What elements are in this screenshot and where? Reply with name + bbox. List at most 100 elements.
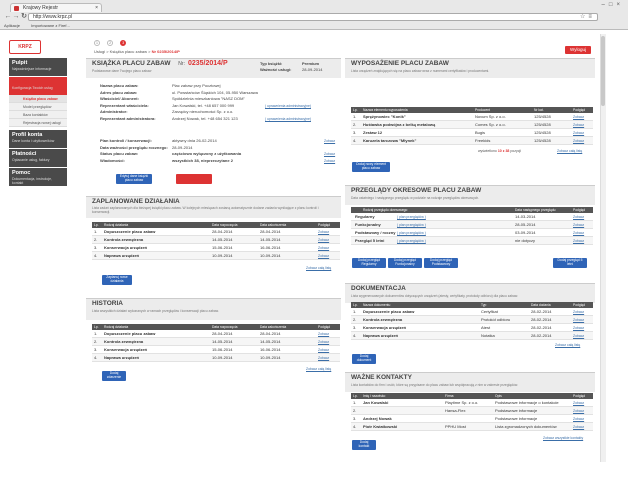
step-3[interactable]: 3: [120, 40, 127, 46]
print-book-button[interactable]: Drukuj książkę placu zabaw: [176, 174, 212, 184]
browser-menu[interactable]: ☆≡: [580, 13, 595, 20]
logo[interactable]: KRPZ: [9, 40, 41, 54]
sidebar-item-profile[interactable]: Profil konta Dane konta i użytkowników: [9, 130, 67, 148]
sidebar-sub-inspection-model[interactable]: Model przeglądów: [9, 103, 67, 111]
field-link[interactable]: ( uprawnienia administracyjne): [265, 116, 311, 123]
plan-link[interactable]: ( plan przeglądów ): [397, 237, 426, 245]
table-cell: Podstawowe informacje: [495, 416, 538, 421]
table-cell: 3.: [353, 416, 357, 421]
close-tab-icon[interactable]: ×: [95, 4, 98, 12]
scrollbar-thumb[interactable]: [601, 36, 605, 106]
back-icon[interactable]: ←: [4, 13, 12, 21]
breadcrumb-path[interactable]: Usługi > Książka placu zabaw >: [94, 49, 152, 54]
table-cell: Kontrola zewnętrzna: [363, 317, 403, 322]
view-link[interactable]: Zobacz: [573, 121, 584, 129]
table-cell: Novum Sp. z o.o.: [475, 114, 506, 119]
table-row: 3. Konserwacja urządzeń Atest 28-02-2014 Zob…: [351, 324, 593, 332]
sidebar-item-help[interactable]: Pomoc Dokumentacja, instrukcje, kontakt: [9, 168, 67, 186]
add-5year-inspection-button[interactable]: Dodaj przegląd 5 letni: [553, 258, 587, 268]
view-link[interactable]: Zobacz: [573, 229, 584, 237]
table-cell: 1.: [353, 114, 357, 119]
view-link[interactable]: Zobacz: [573, 407, 584, 415]
add-event-button[interactable]: Dodaj zdarzenie: [102, 371, 126, 381]
table-cell: 28-05-2014: [515, 222, 536, 227]
add-functional-inspection-button[interactable]: Dodaj przegląd Funkcjonalny: [388, 258, 422, 268]
view-link[interactable]: Zobacz: [318, 236, 329, 244]
table-row: Funkcjonalny ( plan przeglądów ) 28-05-201…: [351, 221, 593, 229]
add-contact-button[interactable]: Dodaj kontakt: [352, 440, 376, 450]
docs-table: Lp. Nazwa dokumentu Typ Data dodania Podgląd…: [351, 302, 593, 340]
window-controls[interactable]: –□×: [602, 2, 624, 8]
view-link[interactable]: Zobacz: [573, 399, 584, 407]
table-cell: 4.: [94, 253, 98, 258]
view-link[interactable]: Zobacz: [318, 354, 329, 362]
bookmark-apps[interactable]: Aplikacje: [4, 23, 20, 28]
sidebar-sub-contacts[interactable]: Baza kontaktów: [9, 111, 67, 119]
table-cell: 10-09-2014: [212, 253, 233, 258]
browser-tab[interactable]: Krajowy Rejestr ×: [10, 3, 102, 12]
view-link[interactable]: Zobacz: [573, 415, 584, 423]
sidebar-sub: Konfiguracja Twoich usług: [12, 86, 53, 90]
table-cell: Przegląd 5 letni: [355, 238, 385, 243]
count-suffix: pozycji: [510, 149, 522, 153]
table-row: 1. Sprężynowiec "Konik" Novum Sp. z o.o. 12…: [351, 113, 593, 121]
count-value: 10 z 38: [497, 149, 510, 153]
view-link[interactable]: Zobacz: [573, 237, 584, 245]
view-link[interactable]: Zobacz: [573, 332, 584, 340]
view-link[interactable]: Zobacz: [318, 346, 329, 354]
address-bar[interactable]: http://www.krpz.pl: [28, 13, 598, 21]
forward-icon[interactable]: →: [12, 13, 20, 21]
plan-link[interactable]: ( plan przeglądów ): [397, 213, 426, 221]
field-value: wszystkich 38, nieprzeczytane 2: [172, 157, 233, 163]
sidebar-item-payments[interactable]: Płatności Opłacanie usług, faktury: [9, 149, 67, 167]
table-row: 3. Zestaw 12 Bugis 125/4528 Zobacz: [351, 129, 593, 137]
table-cell: 14-05-2014: [212, 237, 233, 242]
table-cell: 125/4528: [534, 130, 551, 135]
view-link[interactable]: Zobacz: [573, 113, 584, 121]
view-link[interactable]: Zobacz: [573, 221, 584, 229]
view-link[interactable]: Zobacz: [573, 423, 584, 431]
view-link[interactable]: Zobacz: [318, 252, 329, 260]
view-link[interactable]: Zobacz: [573, 213, 584, 221]
reload-icon[interactable]: ↻: [20, 13, 28, 21]
planned-more-link[interactable]: Zobacz całą listę: [306, 266, 331, 270]
view-link[interactable]: Zobacz: [318, 330, 329, 338]
contacts-more-link[interactable]: Zobacz wszystkie kontakty: [543, 436, 583, 440]
sidebar-sub-register[interactable]: Rejestracja nowej usługi: [9, 119, 67, 127]
equipment-more-link[interactable]: Zobacz całą listę: [557, 149, 582, 153]
planned-table: Lp. Rodzaj działania Data rozpoczęcia Data …: [92, 222, 340, 260]
plan-link[interactable]: ( plan przeglądów ): [397, 229, 426, 237]
add-document-button[interactable]: Dodaj dokument: [352, 354, 376, 364]
view-link[interactable]: Zobacz: [318, 228, 329, 236]
table-cell: Jan Kowalski: [363, 400, 389, 405]
logout-button[interactable]: Wyloguj: [565, 46, 591, 54]
table-cell: 4.: [353, 333, 357, 338]
sidebar-item-dashboard[interactable]: Pulpit Najważniejsze informacje: [9, 58, 67, 76]
bookmark-imported[interactable]: Importowane z Firef...: [31, 23, 70, 28]
add-regular-inspection-button[interactable]: Dodaj przegląd Regularny: [352, 258, 386, 268]
view-link[interactable]: Zobacz: [318, 338, 329, 346]
equipment-title: WYPOSAŻENIE PLACU ZABAW: [351, 60, 449, 67]
history-more-link[interactable]: Zobacz całą listę: [306, 367, 331, 371]
step-1[interactable]: 1: [94, 40, 100, 46]
view-link[interactable]: Zobacz: [573, 129, 584, 137]
plan-new-button[interactable]: Zaplanuj nowe działania: [102, 275, 132, 285]
plan-link[interactable]: ( plan przeglądów ): [397, 221, 426, 229]
table-cell: Regularny: [355, 214, 375, 219]
add-element-button[interactable]: Dodaj nowy element placu zabaw: [352, 162, 390, 172]
view-link[interactable]: Zobacz: [573, 324, 584, 332]
docs-more-link[interactable]: Zobacz całą listę: [555, 343, 580, 347]
view-link[interactable]: Zobacz: [318, 244, 329, 252]
view-link[interactable]: Zobacz: [573, 308, 584, 316]
field-link[interactable]: Zobacz: [324, 158, 335, 165]
table-cell: Zestaw 12: [363, 130, 383, 135]
table-cell: Podstawowe informacje: [495, 408, 538, 413]
sidebar-sub-playground-book[interactable]: Książka placu zabaw: [9, 95, 67, 103]
view-link[interactable]: Zobacz: [573, 316, 584, 324]
table-row: 2. Hansa-Flex Podstawowe informacje Zobacz: [351, 407, 593, 415]
view-link[interactable]: Zobacz: [573, 137, 584, 145]
edit-book-button[interactable]: Edytuj dane książki placu zabaw: [116, 174, 152, 184]
sidebar-item-services[interactable]: Usługi Konfiguracja Twoich usług: [9, 77, 67, 95]
step-2[interactable]: 2: [107, 40, 114, 46]
add-basic-inspection-button[interactable]: Dodaj przegląd Podstawowy: [424, 258, 458, 268]
